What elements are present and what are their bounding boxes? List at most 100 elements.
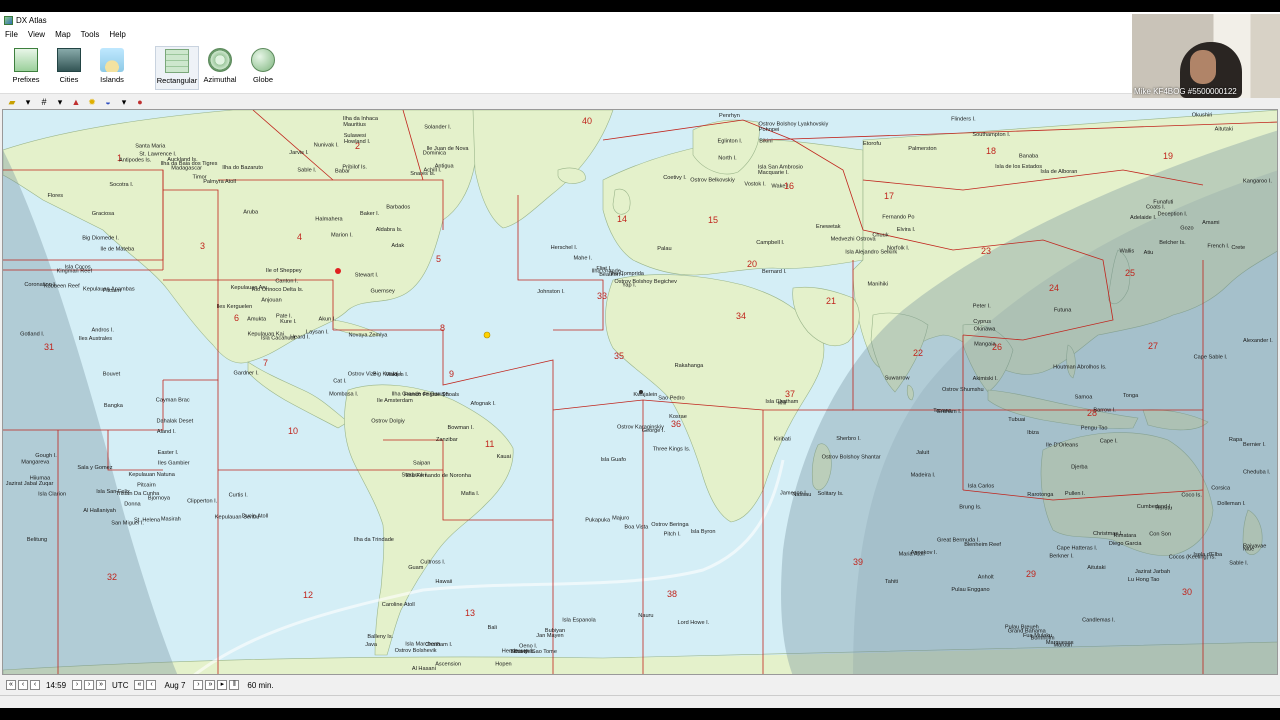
play-icon[interactable]: ▸ [217, 680, 228, 690]
island-label: Mahe I. [574, 255, 593, 261]
cq-zone-label: 6 [234, 313, 239, 323]
island-label: Bangka [104, 403, 124, 409]
island-label: Ostrov Karaginskiy [617, 425, 664, 431]
island-label: Ilha do Bazaruto [222, 165, 263, 171]
island-label: Jazirat Jabal Zuqar [6, 481, 54, 487]
sun-icon[interactable]: ✹ [86, 96, 98, 108]
menu-file[interactable]: File [0, 28, 23, 42]
menu-map[interactable]: Map [50, 28, 76, 42]
island-label: Aland I. [157, 429, 176, 435]
dropdown-arrow-icon[interactable]: ▾ [54, 96, 66, 108]
island-label: Stewart I. [355, 272, 379, 278]
island-label: Dolleman I. [1217, 501, 1246, 507]
cq-zone-label: 40 [582, 116, 592, 126]
island-label: Manihiki [868, 282, 889, 288]
island-label: Fernando Po [882, 214, 914, 220]
pause-icon[interactable]: ‖ [229, 680, 240, 690]
map-canvas[interactable]: 1234567891011121314 15161718 1920212223242… [3, 110, 1278, 675]
island-label: Ostrov Bolshoy Shantar [822, 455, 881, 461]
title-bar: DX Atlas [0, 12, 1280, 28]
azimuthal-button[interactable]: Azimuthal [201, 46, 239, 90]
rewind-icon[interactable]: « [134, 680, 145, 690]
island-label: Ostrov Vize [348, 372, 377, 378]
island-label: Wake I. [771, 184, 790, 190]
island-label: Caroline Atoll [382, 602, 415, 608]
location-pin-icon[interactable] [335, 268, 341, 274]
fast-forward-icon[interactable]: » [205, 680, 216, 690]
island-label: Akimiski I. [973, 376, 999, 382]
prefixes-button[interactable]: Prefixes [6, 46, 46, 90]
island-label: Palmyra Atoll [203, 179, 236, 185]
cq-zone-label: 5 [436, 254, 441, 264]
menu-tools[interactable]: Tools [76, 28, 105, 42]
island-label: Campbell I. [756, 240, 785, 246]
folder-icon[interactable]: ▰ [6, 96, 18, 108]
island-label: Maria Atoll [899, 552, 925, 558]
island-label: Anholt [978, 575, 994, 581]
cq-zone-label: 18 [986, 146, 996, 156]
menu-view[interactable]: View [23, 28, 50, 42]
step-back-icon[interactable]: ‹ [30, 680, 40, 690]
island-label: Mili [778, 400, 786, 406]
island-label: Norfolk I. [887, 245, 910, 251]
dropdown-arrow-icon[interactable]: ▾ [22, 96, 34, 108]
island-label: Cape Hatteras I. [1057, 545, 1098, 551]
island-label: Tubuai [1008, 417, 1025, 423]
island-label: Masirah [161, 516, 181, 522]
rectangular-button[interactable]: Rectangular [155, 46, 199, 90]
island-label: Bernier I. [1243, 442, 1266, 448]
time-field[interactable]: 14:59 [46, 681, 66, 690]
cq-zone-label: 12 [303, 590, 313, 600]
island-label: Rapa [1229, 437, 1243, 443]
island-label: Ile de Mateba [100, 247, 135, 253]
island-label: Andros I. [92, 327, 115, 333]
bottom-strip [0, 695, 1280, 708]
island-label: Kwajalein [633, 392, 657, 398]
island-label: Atiu [1144, 250, 1154, 256]
fast-forward-icon[interactable]: » [96, 680, 107, 690]
world-map[interactable]: 1 2 3 4 5 6 7 8 9 10 11 12 13 14 15 16 17 18 19 20 21 22 23 24 2… [2, 109, 1278, 675]
island-label: Aldabra Is. [376, 227, 403, 233]
beam-icon[interactable]: ▲ [70, 96, 82, 108]
step-back-icon[interactable]: ‹ [146, 680, 157, 690]
island-label: Ostrov Dolgiy [371, 419, 405, 425]
rewind-icon[interactable]: « [6, 680, 16, 690]
cq-zone-label: 29 [1026, 569, 1036, 579]
grid-icon[interactable]: # [38, 96, 50, 108]
island-label: Medvezhi Ostrova [831, 237, 877, 243]
island-label: Rakahanga [675, 363, 705, 369]
aurora-icon[interactable]: ◒ [102, 96, 114, 108]
step-forward-icon[interactable]: › [193, 680, 204, 690]
dropdown-arrow-icon[interactable]: ▾ [118, 96, 130, 108]
island-label: Mangareva [21, 460, 50, 466]
menu-help[interactable]: Help [104, 28, 130, 42]
islands-button[interactable]: Islands [92, 46, 132, 90]
island-label: Aitutaki [1087, 565, 1105, 571]
island-label: French Frigate Shoals [404, 392, 459, 398]
island-label: Marion I. [331, 232, 353, 238]
island-label: Auckland Is. [167, 157, 198, 163]
island-label: Starbuck I. [402, 472, 429, 478]
cq-zone-label: 37 [785, 389, 795, 399]
cities-button[interactable]: Cities [49, 46, 89, 90]
step-size-field[interactable]: 60 min. [247, 681, 273, 690]
globe-button[interactable]: Globe [243, 46, 283, 90]
island-label: Jaluit [916, 450, 930, 456]
record-icon[interactable]: ● [134, 96, 146, 108]
island-label: Isola d'Elba [1193, 552, 1223, 558]
island-label: Ostrov Shumshu [942, 387, 984, 393]
island-label: Flores [48, 193, 64, 199]
island-label: Corsica [1211, 486, 1231, 492]
date-field[interactable]: Aug 7 [164, 681, 185, 690]
island-label: Vostok I. [744, 181, 766, 187]
island-label: Babar [335, 169, 350, 175]
island-label: Bikini [759, 138, 772, 144]
island-label: Clipperton I. [187, 498, 218, 504]
step-forward-icon[interactable]: › [72, 680, 83, 690]
step-back-icon[interactable]: ‹ [18, 680, 28, 690]
island-label: Ostrov Belkovskiy [690, 177, 735, 183]
step-forward-icon[interactable]: › [84, 680, 95, 690]
island-label: Kauai [497, 454, 511, 460]
cq-zone-label: 19 [1163, 151, 1173, 161]
cq-zone-label: 10 [288, 426, 298, 436]
